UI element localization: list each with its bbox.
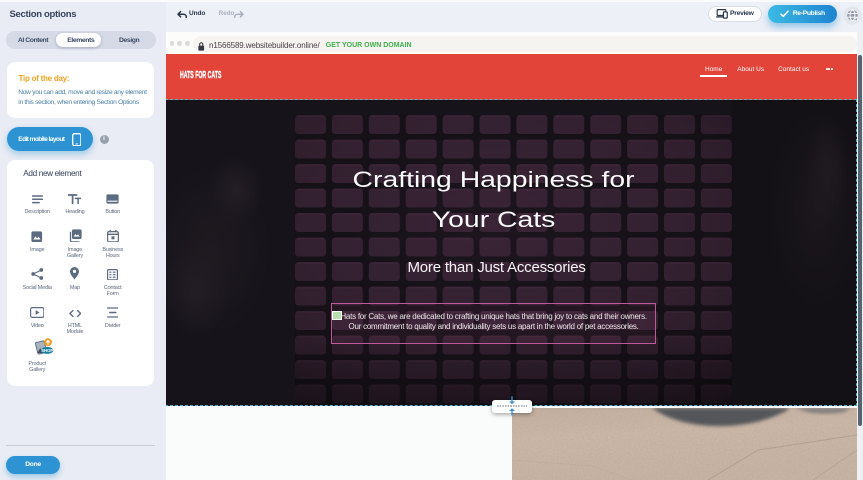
svg-text:SHOP: SHOP	[41, 348, 53, 353]
